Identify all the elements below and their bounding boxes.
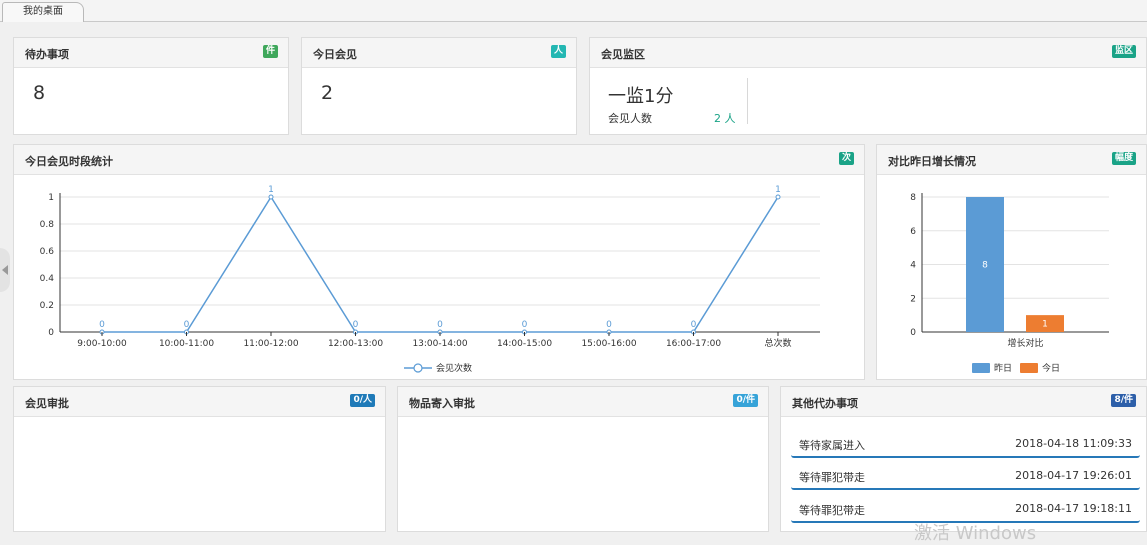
x-tick-label: 总次数 bbox=[764, 337, 791, 349]
panel-header: 会见监区 监区 bbox=[590, 38, 1146, 68]
task-text: 等待罪犯带走 bbox=[799, 504, 865, 517]
tab-bar: 我的桌面 bbox=[0, 0, 1147, 22]
data-label: 0 bbox=[184, 320, 190, 330]
unit-badge: 人 bbox=[550, 45, 566, 58]
x-tick-label: 16:00-17:00 bbox=[666, 339, 721, 349]
data-label: 0 bbox=[522, 320, 528, 330]
y-tick-label: 0.4 bbox=[40, 274, 55, 284]
data-label: 0 bbox=[606, 320, 612, 330]
data-point bbox=[268, 194, 274, 200]
panel-title: 今日会见 bbox=[313, 48, 357, 61]
data-label: 8 bbox=[982, 261, 988, 271]
y-tick-label: 0.8 bbox=[40, 220, 55, 230]
legend-swatch bbox=[1020, 363, 1038, 373]
legend-marker bbox=[413, 363, 423, 373]
y-tick-label: 6 bbox=[910, 227, 916, 237]
y-tick-label: 1 bbox=[48, 193, 54, 203]
meet-count-value: 2 人 bbox=[714, 112, 736, 125]
unit-badge: 监区 bbox=[1111, 45, 1136, 58]
unit-badge: 次 bbox=[838, 152, 854, 165]
task-time: 2018-04-18 11:09:33 bbox=[1015, 437, 1132, 450]
data-label: 0 bbox=[353, 320, 359, 330]
panel-title: 对比昨日增长情况 bbox=[888, 155, 976, 168]
unit-badge: 件 bbox=[262, 45, 278, 58]
series-line bbox=[102, 195, 779, 333]
legend-label: 会见次数 bbox=[436, 362, 472, 374]
growth-panel: 对比昨日增长情况 幅度 0 2 4 6 8 8 1 增长对比昨日 今日 bbox=[876, 144, 1147, 380]
x-tick-label: 9:00-10:00 bbox=[77, 339, 127, 349]
line-chart: 0 0.2 0.4 0.6 0.8 1 0 0 1 0 0 0 0 0 1 9:00-10:00 10:00-1… bbox=[40, 185, 820, 374]
y-tick-label: 0 bbox=[910, 328, 916, 338]
panel-header: 会见审批 0/人 bbox=[14, 387, 385, 417]
task-text: 等待家属进入 bbox=[799, 439, 865, 452]
data-label: 0 bbox=[99, 320, 105, 330]
data-label: 1 bbox=[1042, 320, 1048, 330]
bar-chart: 0 2 4 6 8 8 1 增长对比昨日 今日 bbox=[910, 193, 1109, 374]
x-tick-label: 14:00-15:00 bbox=[497, 339, 552, 349]
pending-count: 8 bbox=[33, 82, 46, 104]
list-item[interactable]: 等待家属进入 2018-04-18 11:09:33 bbox=[791, 429, 1140, 458]
task-time: 2018-04-17 19:18:11 bbox=[1015, 502, 1132, 515]
data-point bbox=[775, 194, 781, 200]
monitor-zone: 一监1分 bbox=[608, 86, 674, 107]
panel-title: 物品寄入审批 bbox=[409, 397, 475, 410]
unit-badge: 0/件 bbox=[733, 394, 758, 407]
pending-panel: 待办事项 件 8 bbox=[13, 37, 289, 135]
panel-title: 会见监区 bbox=[601, 48, 645, 61]
panel-header: 其他代办事项 8/件 bbox=[781, 387, 1146, 417]
panel-title: 会见审批 bbox=[25, 397, 69, 410]
y-tick-label: 0 bbox=[48, 328, 54, 338]
meet-count-label: 会见人数 bbox=[608, 112, 652, 125]
y-tick-label: 4 bbox=[910, 261, 916, 271]
panel-header: 物品寄入审批 0/件 bbox=[398, 387, 768, 417]
data-label: 1 bbox=[775, 185, 781, 195]
legend-swatch bbox=[972, 363, 990, 373]
windows-activation-watermark: 激活 Windows bbox=[914, 523, 1037, 544]
x-tick-label: 12:00-13:00 bbox=[328, 339, 383, 349]
y-tick-label: 0.2 bbox=[40, 301, 54, 311]
data-label: 0 bbox=[437, 320, 443, 330]
legend-label: 今日 bbox=[1042, 362, 1060, 374]
time-chart-panel: 今日会见时段统计 次 0 0.2 0.4 0.6 0.8 1 0 0 1 0 0 0 0 0 1 9:00-1… bbox=[13, 144, 865, 380]
y-tick-label: 8 bbox=[910, 193, 916, 203]
x-tick-label: 15:00-16:00 bbox=[581, 339, 636, 349]
panel-title: 今日会见时段统计 bbox=[25, 155, 113, 168]
panel-header: 今日会见时段统计 次 bbox=[14, 145, 864, 175]
sidebar-toggle-handle[interactable] bbox=[0, 248, 10, 292]
x-tick-label: 10:00-11:00 bbox=[159, 339, 214, 349]
x-tick-label: 13:00-14:00 bbox=[412, 339, 467, 349]
panel-header: 待办事项 件 bbox=[14, 38, 288, 68]
meet-approval-panel: 会见审批 0/人 bbox=[13, 386, 386, 532]
x-tick-label: 11:00-12:00 bbox=[243, 339, 298, 349]
legend-label: 昨日 bbox=[994, 362, 1012, 374]
tab-my-desktop[interactable]: 我的桌面 bbox=[2, 2, 84, 22]
y-tick-label: 2 bbox=[910, 294, 916, 304]
data-label: 1 bbox=[268, 185, 274, 195]
unit-badge: 幅度 bbox=[1111, 152, 1136, 165]
panel-title: 其他代办事项 bbox=[792, 397, 858, 410]
panel-header: 对比昨日增长情况 幅度 bbox=[877, 145, 1146, 175]
data-label: 0 bbox=[691, 320, 697, 330]
list-item[interactable]: 等待罪犯带走 2018-04-17 19:26:01 bbox=[791, 461, 1140, 490]
unit-badge: 0/人 bbox=[350, 394, 375, 407]
monitor-panel: 会见监区 监区 一监1分 会见人数 2 人 bbox=[589, 37, 1147, 135]
panel-title: 待办事项 bbox=[25, 48, 69, 61]
goods-approval-panel: 物品寄入审批 0/件 bbox=[397, 386, 769, 532]
task-text: 等待罪犯带走 bbox=[799, 471, 865, 484]
task-time: 2018-04-17 19:26:01 bbox=[1015, 469, 1132, 482]
today-meet-panel: 今日会见 人 2 bbox=[301, 37, 577, 135]
today-meet-count: 2 bbox=[321, 82, 334, 104]
unit-badge: 8/件 bbox=[1111, 394, 1136, 407]
y-tick-label: 0.6 bbox=[40, 247, 55, 257]
other-tasks-panel: 其他代办事项 8/件 等待家属进入 2018-04-18 11:09:33 等待… bbox=[780, 386, 1147, 532]
x-tick-label: 增长对比 bbox=[1007, 337, 1043, 349]
panel-header: 今日会见 人 bbox=[302, 38, 576, 68]
chevron-left-icon bbox=[2, 265, 8, 275]
divider bbox=[747, 78, 748, 124]
